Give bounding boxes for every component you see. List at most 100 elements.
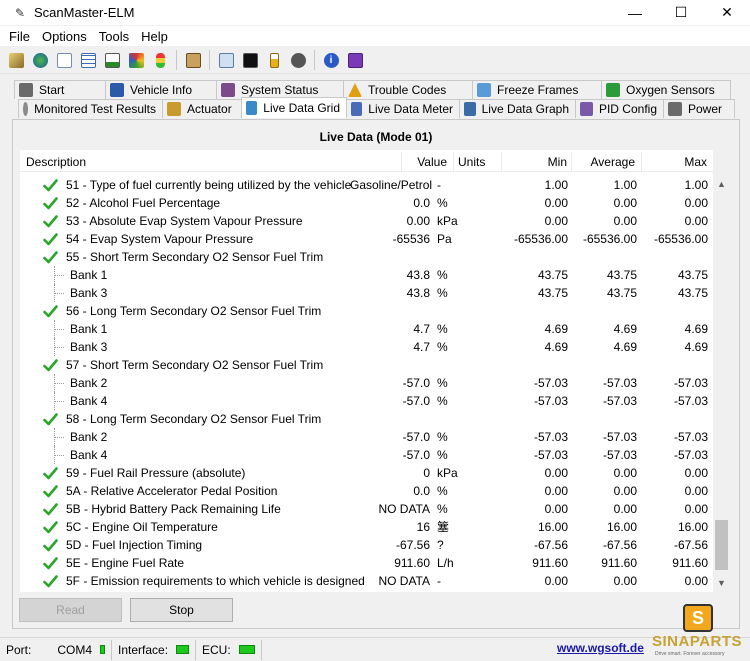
close-button[interactable]: ✕: [704, 0, 750, 25]
checkmark-icon[interactable]: [42, 520, 58, 534]
pid-row[interactable]: 57 - Short Term Secondary O2 Sensor Fuel…: [20, 356, 713, 374]
menu-options[interactable]: Options: [36, 29, 93, 44]
row-description-text: Bank 2: [70, 376, 108, 390]
tab-actuator[interactable]: Actuator: [162, 99, 242, 118]
row-max: -57.03: [673, 376, 708, 390]
bank-row[interactable]: Bank 2 -57.0% -57.03 -57.03 -57.03: [20, 428, 713, 446]
checkmark-icon[interactable]: [42, 556, 58, 570]
gauge-icon[interactable]: [126, 50, 146, 70]
pid-row[interactable]: 54 - Evap System Vapour Pressure -65536 Pa…: [20, 230, 713, 248]
bank-row[interactable]: Bank 1 43.8% 43.75 43.75 43.75: [20, 266, 713, 284]
read-button[interactable]: Read: [19, 598, 122, 622]
menu-help[interactable]: Help: [135, 29, 174, 44]
menu-file[interactable]: File: [3, 29, 36, 44]
exit-icon[interactable]: [345, 50, 365, 70]
pid-row[interactable]: 5F - Emission requirements to which vehi…: [20, 572, 713, 590]
config-icon: [580, 102, 593, 116]
row-units: %: [437, 376, 448, 390]
gear-icon: [23, 102, 29, 116]
stop-button[interactable]: Stop: [130, 598, 233, 622]
checkmark-icon[interactable]: [42, 502, 58, 516]
row-description-text: Bank 4: [70, 394, 108, 408]
clipboard-icon[interactable]: [183, 50, 203, 70]
pid-row[interactable]: 5D - Fuel Injection Timing -67.56? -67.56-…: [20, 536, 713, 554]
tab-monitored-test-results[interactable]: Monitored Test Results: [18, 99, 163, 118]
checkmark-icon[interactable]: [42, 412, 58, 426]
bank-row[interactable]: Bank 2 -57.0% -57.03 -57.03 -57.03: [20, 374, 713, 392]
battery-icon[interactable]: [264, 50, 284, 70]
pid-row[interactable]: 52 - Alcohol Fuel Percentage 0.0% 0.00 0.00…: [20, 194, 713, 212]
row-description: 5F - Emission requirements to which vehi…: [20, 572, 365, 590]
tab-live-data-graph[interactable]: Live Data Graph: [459, 99, 576, 118]
pid-row[interactable]: 55 - Short Term Secondary O2 Sensor Fuel…: [20, 248, 713, 266]
stoplight-icon[interactable]: [150, 50, 170, 70]
terminal-chat-icon[interactable]: [216, 50, 236, 70]
info-icon[interactable]: i: [321, 50, 341, 70]
column-header-units[interactable]: Units: [454, 151, 502, 172]
grid-icon[interactable]: [78, 50, 98, 70]
bank-row[interactable]: Bank 3 43.8% 43.75 43.75 43.75: [20, 284, 713, 302]
scroll-down-icon[interactable]: ▼: [713, 574, 730, 591]
pid-row[interactable]: 5C - Engine Oil Temperature 16 簺 16.00 16.00…: [20, 518, 713, 536]
checkmark-icon[interactable]: [42, 484, 58, 498]
tab-live-data-meter[interactable]: Live Data Meter: [346, 99, 460, 118]
column-header-description[interactable]: Description: [20, 151, 402, 172]
row-max: 1.00: [684, 178, 708, 192]
tab-power[interactable]: Power: [663, 99, 735, 118]
maximize-button[interactable]: ☐: [658, 0, 704, 25]
website-link[interactable]: www.wgsoft.de: [557, 641, 644, 655]
grid-icon: [246, 101, 258, 115]
bank-row[interactable]: Bank 3 4.7% 4.69 4.69 4.69: [20, 338, 713, 356]
row-description-text: 59 - Fuel Rail Pressure (absolute): [66, 466, 246, 480]
checkmark-icon[interactable]: [42, 304, 58, 318]
chart-icon[interactable]: [102, 50, 122, 70]
globe-icon[interactable]: [30, 50, 50, 70]
tab-vehicle-info[interactable]: Vehicle Info: [105, 80, 217, 99]
console-icon[interactable]: [240, 50, 260, 70]
column-header-average[interactable]: Average: [572, 151, 642, 172]
checkmark-icon[interactable]: [42, 250, 58, 264]
row-max: 0.00: [684, 466, 708, 480]
checkmark-icon[interactable]: [42, 178, 58, 192]
scroll-up-icon[interactable]: ▲: [713, 175, 730, 192]
pid-row[interactable]: 56 - Long Term Secondary O2 Sensor Fuel …: [20, 302, 713, 320]
checkmark-icon[interactable]: [42, 574, 58, 588]
scroll-thumb[interactable]: [715, 520, 728, 570]
bank-row[interactable]: Bank 4 -57.0% -57.03 -57.03 -57.03: [20, 392, 713, 410]
tab-trouble-codes[interactable]: Trouble Codes: [343, 80, 473, 99]
stop-icon[interactable]: [288, 50, 308, 70]
toolbar: i: [0, 47, 750, 74]
row-max: 0.00: [684, 574, 708, 588]
checkmark-icon[interactable]: [42, 214, 58, 228]
bank-row[interactable]: Bank 4 -57.0% -57.03 -57.03 -57.03: [20, 446, 713, 464]
menu-tools[interactable]: Tools: [93, 29, 135, 44]
tab-oxygen-sensors[interactable]: Oxygen Sensors: [601, 80, 731, 99]
connect-icon[interactable]: [6, 50, 26, 70]
checkmark-icon[interactable]: [42, 232, 58, 246]
tab-start[interactable]: Start: [14, 80, 106, 99]
pid-row[interactable]: 5B - Hybrid Battery Pack Remaining Life N…: [20, 500, 713, 518]
pid-row[interactable]: 53 - Absolute Evap System Vapour Pressur…: [20, 212, 713, 230]
column-header-value[interactable]: Value: [402, 151, 454, 172]
tab-pid-config[interactable]: PID Config: [575, 99, 664, 118]
pid-row[interactable]: 58 - Long Term Secondary O2 Sensor Fuel …: [20, 410, 713, 428]
checkmark-icon[interactable]: [42, 466, 58, 480]
pid-row[interactable]: 5A - Relative Accelerator Pedal Position…: [20, 482, 713, 500]
minimize-button[interactable]: —: [612, 0, 658, 25]
pid-row[interactable]: 59 - Fuel Rail Pressure (absolute) 0 kPa 0.…: [20, 464, 713, 482]
grid-scrollbar[interactable]: ▲ ▼: [713, 175, 730, 591]
checkmark-icon[interactable]: [42, 358, 58, 372]
checkmark-icon[interactable]: [42, 196, 58, 210]
tab-freeze-frames[interactable]: Freeze Frames: [472, 80, 602, 99]
bank-row[interactable]: Bank 1 4.7% 4.69 4.69 4.69: [20, 320, 713, 338]
pid-row[interactable]: 51 - Type of fuel currently being utiliz…: [20, 176, 713, 194]
column-header-max[interactable]: Max: [642, 152, 713, 172]
pid-row[interactable]: 5E - Engine Fuel Rate 911.60 L/h 911.60 911.…: [20, 554, 713, 572]
document-icon[interactable]: [54, 50, 74, 70]
row-description: 55 - Short Term Secondary O2 Sensor Fuel…: [20, 248, 323, 266]
row-description-text: 5E - Engine Fuel Rate: [66, 556, 185, 570]
meter-icon: [351, 102, 363, 116]
tab-live-data-grid[interactable]: Live Data Grid: [241, 97, 347, 118]
checkmark-icon[interactable]: [42, 538, 58, 552]
column-header-min[interactable]: Min: [502, 151, 572, 172]
